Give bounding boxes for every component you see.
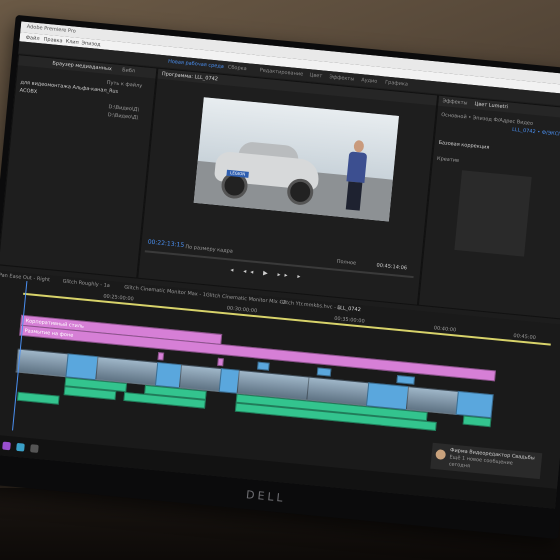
sequence-tab-2[interactable]: Glitch Roughly - 1a xyxy=(62,279,110,290)
duration-timecode: 00:45:14:06 xyxy=(376,262,408,272)
tab-workspace-color[interactable]: Цвет xyxy=(309,72,322,79)
tab-workspace-effects[interactable]: Эффекты xyxy=(329,74,354,82)
marker-clip-4[interactable] xyxy=(316,367,332,377)
marker-clip-5[interactable] xyxy=(396,375,416,385)
tab-workspace-editing[interactable]: Редактирование xyxy=(259,67,303,77)
marker-clip-3[interactable] xyxy=(256,361,270,371)
video-clip-2[interactable] xyxy=(65,353,100,381)
tab-media-browser[interactable]: Браузер медиаданных xyxy=(52,61,112,73)
pink-clip-label-2: Размытие на фоне xyxy=(24,328,74,339)
audio-clip-8[interactable] xyxy=(16,391,60,405)
program-timecode[interactable]: 00:22:13:15 xyxy=(147,239,184,249)
premiere-icon[interactable] xyxy=(2,441,11,451)
sequence-tab-3[interactable]: Glitch Cinematic Monitor Max - 1 xyxy=(124,284,206,298)
quality-dropdown[interactable]: Полное xyxy=(336,259,356,267)
presenter-legs xyxy=(345,181,363,211)
tab-program[interactable]: Программа: LLL_0742 xyxy=(162,71,219,82)
basic-correction-section[interactable]: Базовая коррекция xyxy=(438,140,489,151)
lumetri-preview xyxy=(454,170,532,257)
creative-section[interactable]: Креатив xyxy=(437,156,459,164)
tab-lumetri[interactable]: Цвет Lumetri xyxy=(474,101,508,110)
sequence-tab-active[interactable]: LLL_0742 xyxy=(337,305,361,313)
marker-clip-2[interactable] xyxy=(217,357,224,367)
tab-effects[interactable]: Эффекты xyxy=(442,98,467,106)
lumetri-clip[interactable]: LLL_0742 • Ф/ЭКСПОРТ xyxy=(512,127,560,139)
project-panel: Браузер медиаданных Библ Путь к файлу дл… xyxy=(0,54,158,279)
project-path-2: D:\Видео\Д\ xyxy=(107,112,139,122)
lumetri-panel: Эффекты Цвет Lumetri Основной • Эпизод Ф… xyxy=(417,94,560,321)
tab-workspace-new[interactable]: Новая рабочая среда xyxy=(168,59,224,70)
tab-workspace-audio[interactable]: Аудио xyxy=(361,77,378,85)
fit-dropdown[interactable]: По размеру кадра xyxy=(185,244,233,255)
video-clip-11[interactable] xyxy=(455,390,494,419)
program-monitor: Программа: LLL_0742 LEGION 00:22:13:15 П… xyxy=(137,67,439,306)
tab-workspace-graphics[interactable]: Графика xyxy=(385,80,408,88)
monitor: Adobe Premiere Pro Файл Правка Клип Эпиз… xyxy=(0,14,560,540)
marker-clip-1[interactable] xyxy=(157,352,165,361)
sequence-tab-5[interactable]: Glitch Ytr.mmkbs.hvc - 3 xyxy=(279,299,341,311)
program-video-frame[interactable]: LEGION xyxy=(193,97,399,222)
tab-workspace-assembly[interactable]: Сборка xyxy=(228,64,247,72)
notification-time: сегодня xyxy=(448,461,471,470)
avatar xyxy=(435,449,447,461)
app-icon[interactable] xyxy=(16,442,25,452)
screen: Adobe Premiere Pro Файл Правка Клип Эпиз… xyxy=(0,21,560,509)
tab-library[interactable]: Библ xyxy=(122,67,135,74)
project-item-2[interactable]: ACOBX xyxy=(19,88,37,96)
sequence-tab-4[interactable]: Glitch Cinematic Monitor Mix - 2 xyxy=(206,292,287,306)
presenter xyxy=(346,151,368,183)
menu-item-clip[interactable]: Клип xyxy=(65,39,79,46)
sequence-tab-1[interactable]: Pan Ease Out - Right xyxy=(0,272,50,283)
explorer-icon[interactable] xyxy=(30,444,39,453)
lumetri-source: Основной • Эпизод Ф/Адрес Видео xyxy=(440,112,534,127)
